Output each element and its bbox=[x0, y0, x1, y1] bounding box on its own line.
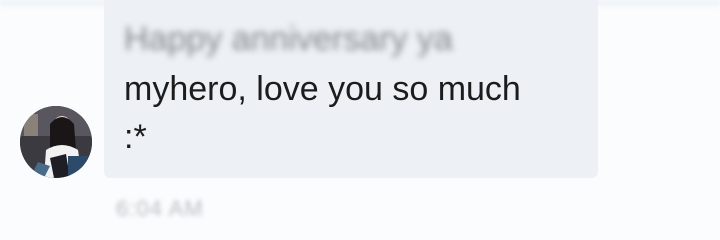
profile-photo-icon bbox=[20, 106, 92, 178]
sender-avatar[interactable] bbox=[20, 106, 92, 178]
message-timestamp: 6:04 AM bbox=[116, 196, 204, 221]
chat-screen: Happy anniversary ya myhero, love you so… bbox=[0, 0, 720, 240]
message-text-line-2: myhero, love you so much bbox=[124, 70, 521, 108]
message-text-line-3: :* bbox=[124, 118, 147, 156]
message-text-line-1: Happy anniversary ya bbox=[124, 20, 453, 58]
